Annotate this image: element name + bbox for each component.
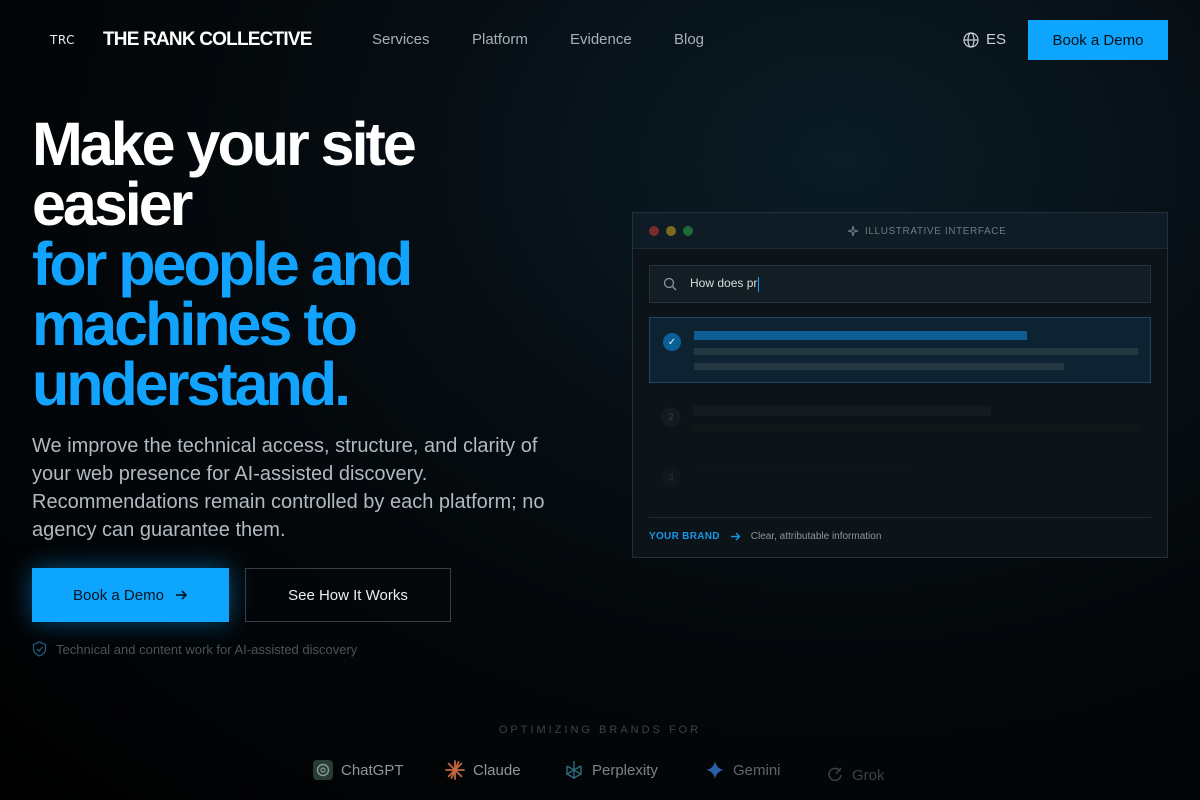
logo-mark[interactable]: TRC (50, 33, 75, 47)
logo-wordmark[interactable]: THE RANK COLLECTIVE (103, 29, 312, 51)
hero-title-line: easier (32, 170, 193, 238)
nav-link-blog[interactable]: Blog (674, 31, 704, 48)
platform-perplexity: Perplexity (564, 760, 658, 780)
hero-subtitle: We improve the technical access, structu… (32, 435, 545, 541)
platform-gemini: Gemini (705, 760, 781, 780)
check-icon: ✓ (663, 333, 681, 351)
result-title-placeholder (693, 466, 915, 474)
hero-title-highlight-line: understand. (32, 350, 351, 418)
globe-icon (963, 31, 979, 48)
panel-label: ILLUSTRATIVE INTERFACE (847, 225, 1006, 237)
platform-name: Perplexity (592, 761, 658, 779)
result-item-top: ✓ (649, 317, 1151, 383)
your-brand-tag: YOUR BRAND (649, 531, 720, 542)
shield-icon (32, 641, 47, 657)
language-label: ES (986, 31, 1007, 48)
result-title-placeholder (694, 331, 1027, 340)
chatgpt-icon (313, 760, 333, 780)
result-rank-badge: 2 (661, 407, 681, 427)
book-demo-label: Book a Demo (73, 586, 164, 604)
perplexity-icon (566, 761, 582, 779)
window-maximize-dot (683, 226, 693, 236)
claude-icon (445, 760, 465, 780)
panel-footer: YOUR BRAND Clear, attributable informati… (649, 517, 1151, 549)
platform-name: Claude (473, 761, 521, 779)
hero-title-highlight-line: for people and (32, 230, 413, 298)
platforms-heading: OPTIMIZING BRANDS FOR (498, 724, 702, 736)
hero-title-line: Make your site (32, 110, 417, 178)
window-close-dot (649, 226, 659, 236)
book-demo-button[interactable]: Book a Demo (32, 568, 229, 622)
nav-link-evidence[interactable]: Evidence (570, 31, 632, 48)
result-line-placeholder (693, 424, 1139, 431)
result-rank-badge: 3 (661, 467, 681, 487)
sparkle-icon (847, 225, 859, 237)
language-switcher[interactable]: ES (963, 31, 1006, 48)
platform-name: ChatGPT (341, 761, 404, 779)
search-input[interactable]: How does pr (649, 265, 1151, 303)
window-minimize-dot (666, 226, 676, 236)
platform-name: Grok (852, 766, 885, 784)
platform-chatgpt: ChatGPT (313, 760, 404, 780)
see-how-it-works-button[interactable]: See How It Works (245, 568, 451, 622)
trust-note-text: Technical and content work for AI-assist… (56, 641, 358, 657)
hero-title: Make your site easier for people and mac… (32, 110, 592, 418)
text-caret (758, 276, 760, 292)
panel-label-text: ILLUSTRATIVE INTERFACE (865, 225, 1007, 237)
search-query-text: How does pr (690, 276, 760, 292)
platform-claude: Claude (445, 760, 521, 780)
nav-book-demo-button[interactable]: Book a Demo (1028, 20, 1168, 60)
arrow-right-icon (175, 590, 188, 600)
top-navigation: TRC THE RANK COLLECTIVE Services Platfor… (0, 0, 1200, 80)
panel-titlebar: ILLUSTRATIVE INTERFACE (633, 213, 1167, 249)
nav-link-services[interactable]: Services (372, 31, 430, 48)
result-line-placeholder (694, 363, 1064, 370)
result-title-placeholder (693, 406, 991, 416)
search-icon (663, 277, 677, 291)
result-line-placeholder (694, 348, 1138, 355)
brand-note: Clear, attributable information (750, 531, 882, 542)
gemini-icon (706, 761, 724, 779)
arrow-right-icon (730, 532, 741, 541)
nav-link-platform[interactable]: Platform (472, 31, 528, 48)
trust-note: Technical and content work for AI-assist… (32, 641, 357, 657)
platform-grok: Grok (826, 766, 885, 784)
illustrative-interface-panel: ILLUSTRATIVE INTERFACE How does pr ✓ 2 3… (632, 212, 1168, 558)
hero-title-highlight-line: machines to (32, 290, 358, 358)
grok-icon (828, 767, 842, 782)
platform-name: Gemini (733, 761, 781, 779)
